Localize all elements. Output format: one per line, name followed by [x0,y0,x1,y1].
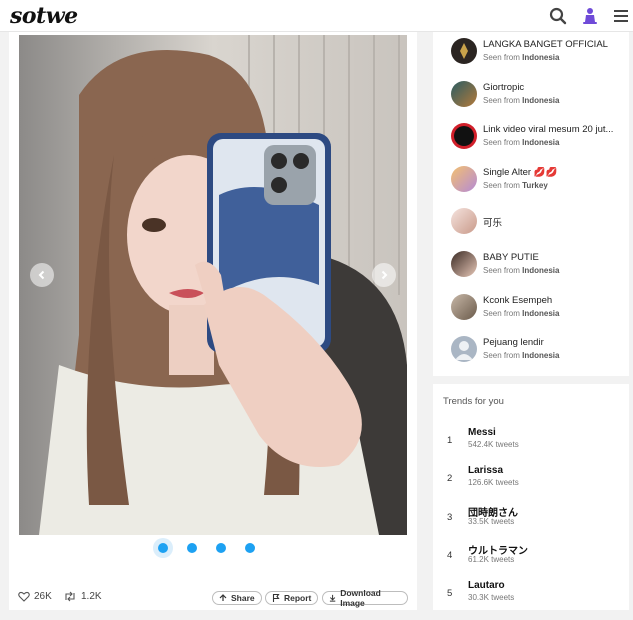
user-seen-from: Seen from Indonesia [483,96,560,105]
user-item[interactable]: Pejuang lendir Seen from Indonesia [451,334,627,368]
user-seen-from: Seen from Indonesia [483,53,560,62]
trend-rank: 1 [447,435,453,446]
retweet-icon [65,591,75,602]
user-item[interactable]: Link video viral mesum 20 jut... Seen fr… [451,121,627,155]
trend-name: Larissa [468,465,504,476]
top-navigation-bar: sotwe [0,0,633,32]
user-item[interactable]: Single Alter 💋💋 Seen from Turkey [451,164,627,198]
avatar [451,166,477,192]
trend-item[interactable]: 5 Lautaro 30.3K tweets [447,580,623,610]
user-name: Link video viral mesum 20 jut... [483,124,614,135]
trend-tweet-count: 542.4K tweets [468,440,519,449]
avatar [451,81,477,107]
like-count: 26K [34,591,52,602]
share-button[interactable]: Share [212,591,262,605]
trends-title: Trends for you [443,396,504,407]
flag-icon [272,594,280,602]
search-icon[interactable] [548,6,568,26]
trend-rank: 2 [447,473,453,484]
user-name: Pejuang lendir [483,337,544,348]
avatar [451,251,477,277]
avatar [451,38,477,64]
like-stat[interactable]: 26K [18,591,52,602]
retweet-stat[interactable]: 1.2K [63,591,102,602]
carousel-dot[interactable] [187,543,197,553]
report-label: Report [284,593,312,603]
user-name: Giortropic [483,82,525,93]
avatar [451,123,477,149]
download-icon [329,594,336,602]
trends-card: Trends for you 1 Messi 542.4K tweets 2 L… [433,384,629,610]
avatar [451,208,477,234]
carousel-indicator [158,543,274,553]
trend-item[interactable]: 4 ウルトラマン 61.2K tweets [447,542,623,572]
user-name: BABY PUTIE [483,252,539,263]
trend-rank: 5 [447,588,453,599]
site-logo[interactable]: sotwe [10,3,78,29]
trend-tweet-count: 126.6K tweets [468,478,519,487]
default-avatar-icon [451,336,477,362]
post-image[interactable] [19,35,407,535]
carousel-next-button[interactable] [372,263,396,287]
report-button[interactable]: Report [265,591,319,605]
user-seen-from: Seen from Turkey [483,181,548,190]
trend-tweet-count: 61.2K tweets [468,555,515,564]
carousel-dot[interactable] [245,543,255,553]
user-item[interactable]: 可乐 [451,206,627,240]
retweet-count: 1.2K [81,591,102,602]
trend-item[interactable]: 2 Larissa 126.6K tweets [447,465,623,495]
incognito-user-icon[interactable] [580,6,600,26]
avatar [451,294,477,320]
user-seen-from: Seen from Indonesia [483,309,560,318]
post-actions-bar: 26K 1.2K Share Report Download Image [18,588,408,608]
carousel-dot[interactable] [216,543,226,553]
download-image-button[interactable]: Download Image [322,588,408,608]
trend-name: Messi [468,427,496,438]
user-seen-from: Seen from Indonesia [483,266,560,275]
trend-rank: 4 [447,550,453,561]
user-name: Single Alter 💋💋 [483,167,558,178]
heart-icon [18,591,30,602]
user-name: 可乐 [483,218,503,229]
trend-item[interactable]: 1 Messi 542.4K tweets [447,427,623,457]
user-item[interactable]: Kconk Esempeh Seen from Indonesia [451,292,627,326]
user-item[interactable]: Giortropic Seen from Indonesia [451,79,627,113]
user-seen-from: Seen from Indonesia [483,351,560,360]
hamburger-menu-icon[interactable] [611,6,631,26]
share-icon [219,594,227,601]
trend-name: Lautaro [468,580,505,591]
carousel-prev-button[interactable] [30,263,54,287]
trend-tweet-count: 30.3K tweets [468,593,515,602]
recent-users-card: LANGKA BANGET OFFICIAL Seen from Indones… [433,32,629,376]
download-label: Download Image [340,588,381,608]
post-card: 26K 1.2K Share Report Download Image [9,32,417,610]
carousel-dot[interactable] [158,543,168,553]
trend-item[interactable]: 3 団時朗さん 33.5K tweets [447,504,623,534]
share-label: Share [231,593,255,603]
user-seen-from: Seen from Indonesia [483,138,560,147]
user-item[interactable]: BABY PUTIE Seen from Indonesia [451,249,627,283]
user-name: LANGKA BANGET OFFICIAL [483,39,608,50]
user-item[interactable]: LANGKA BANGET OFFICIAL Seen from Indones… [451,36,627,70]
trend-tweet-count: 33.5K tweets [468,517,515,526]
trend-rank: 3 [447,512,453,523]
user-name: Kconk Esempeh [483,295,553,306]
